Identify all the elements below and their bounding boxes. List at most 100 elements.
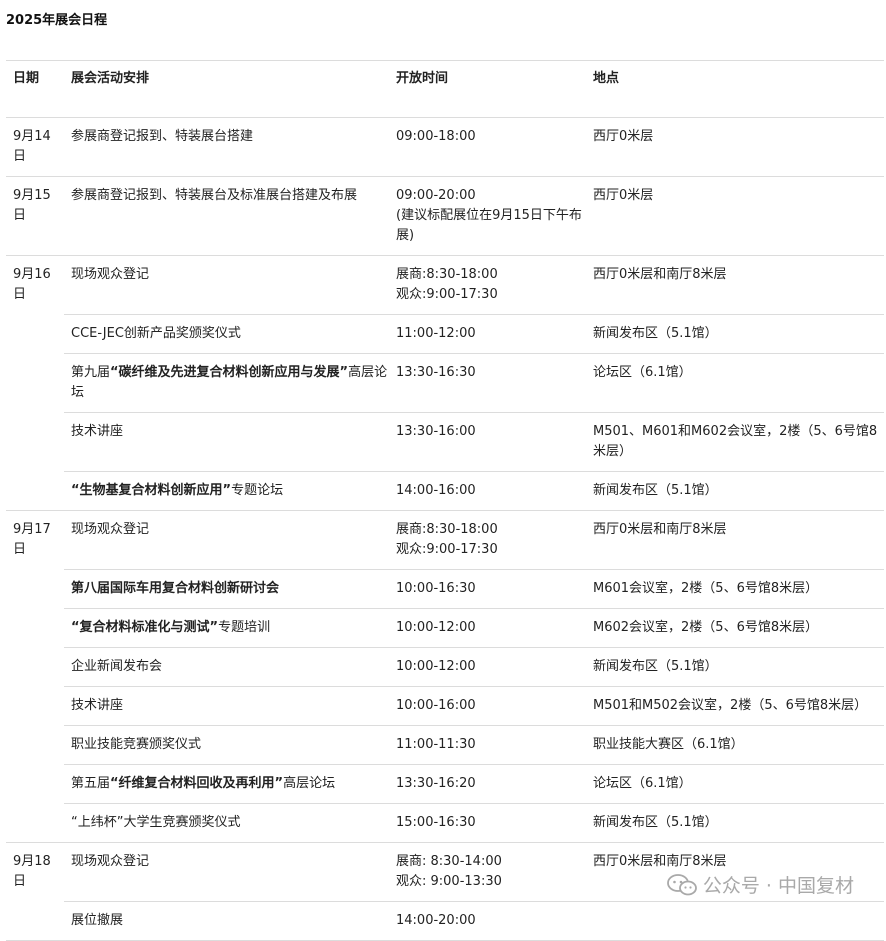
time-cell: 10:00-16:30 <box>389 569 586 609</box>
time-text: 14:00-20:00 <box>396 913 476 928</box>
activity-text: “纤维复合材料回收及再利用” <box>110 776 284 791</box>
table-row: 展位撤展 14:00-20:00 <box>6 901 884 941</box>
location-cell: 论坛区（6.1馆） <box>586 353 884 413</box>
location-cell: M501和M502会议室，2楼（5、6号馆8米层） <box>586 686 884 726</box>
activity-text: “碳纤维及先进复合材料创新应用与发展” <box>110 365 349 380</box>
time-cell: 展商:8:30-18:00 观众:9:00-17:30 <box>389 510 586 570</box>
activity-cell: 技术讲座 <box>64 686 389 726</box>
activity-text: CCE-JEC创新产品奖颁奖仪式 <box>71 326 241 341</box>
activity-cell: “生物基复合材料创新应用”专题论坛 <box>64 471 389 511</box>
date-cell: 9月14日 <box>6 117 64 177</box>
location-cell: 新闻发布区（5.1馆） <box>586 314 884 354</box>
table-row: 9月15日 参展商登记报到、特装展台及标准展台搭建及布展 09:00-20:00 (建… <box>6 176 884 256</box>
time-text: 09:00-20:00 <box>396 188 476 203</box>
activity-text: 参展商登记报到、特装展台及标准展台搭建及布展 <box>71 188 358 203</box>
location-cell: 西厅0米层和南厅8米层 <box>586 510 884 570</box>
time-text: 10:00-16:30 <box>396 581 476 596</box>
time-text: 展商:8:30-18:00 <box>396 522 498 537</box>
time-text: 13:30-16:30 <box>396 365 476 380</box>
activity-cell: 现场观众登记 <box>64 255 389 315</box>
activity-text: 技术讲座 <box>71 424 124 439</box>
time-text: 13:30-16:00 <box>396 424 476 439</box>
activity-text: 现场观众登记 <box>71 267 150 282</box>
location-cell: 职业技能大赛区（6.1馆） <box>586 725 884 765</box>
activity-cell: CCE-JEC创新产品奖颁奖仪式 <box>64 314 389 354</box>
column-header-location: 地点 <box>586 60 884 118</box>
activity-text: 高层论坛 <box>283 776 336 791</box>
date-cell: 9月15日 <box>6 176 64 256</box>
time-cell: 14:00-20:00 <box>389 901 586 941</box>
activity-text: 企业新闻发布会 <box>71 659 163 674</box>
time-text: 展商:8:30-18:00 <box>396 267 498 282</box>
time-cell: 14:00-16:00 <box>389 471 586 511</box>
time-text: 展商: 8:30-14:00 <box>396 854 502 869</box>
table-row: 企业新闻发布会 10:00-12:00 新闻发布区（5.1馆） <box>6 647 884 687</box>
table-row: CCE-JEC创新产品奖颁奖仪式 11:00-12:00 新闻发布区（5.1馆） <box>6 314 884 354</box>
table-row: “上纬杯”大学生竞赛颁奖仪式 15:00-16:30 新闻发布区（5.1馆） <box>6 803 884 843</box>
location-cell: 新闻发布区（5.1馆） <box>586 471 884 511</box>
activity-text: 参展商登记报到、特装展台搭建 <box>71 129 254 144</box>
activity-text: “生物基复合材料创新应用” <box>71 483 232 498</box>
location-cell: 西厅0米层和南厅8米层 <box>586 255 884 315</box>
time-text: 11:00-12:00 <box>396 326 476 341</box>
time-text: 11:00-11:30 <box>396 737 476 752</box>
time-text: 09:00-18:00 <box>396 129 476 144</box>
table-row: “复合材料标准化与测试”专题培训 10:00-12:00 M602会议室，2楼（5、… <box>6 608 884 648</box>
location-cell: M602会议室，2楼（5、6号馆8米层） <box>586 608 884 648</box>
table-row: 第八届国际车用复合材料创新研讨会 10:00-16:30 M601会议室，2楼（5、… <box>6 569 884 609</box>
activity-text: 现场观众登记 <box>71 522 150 537</box>
location-cell: 论坛区（6.1馆） <box>586 764 884 804</box>
page-title: 2025年展会日程 <box>6 13 108 28</box>
activity-text: “复合材料标准化与测试” <box>71 620 219 635</box>
activity-cell: 参展商登记报到、特装展台搭建 <box>64 117 389 177</box>
time-text: 10:00-12:00 <box>396 659 476 674</box>
time-text: 13:30-16:20 <box>396 776 476 791</box>
activity-cell: 企业新闻发布会 <box>64 647 389 687</box>
time-cell: 13:30-16:00 <box>389 412 586 472</box>
location-cell: M501、M601和M602会议室，2楼（5、6号馆8米层） <box>586 412 884 472</box>
time-cell: 10:00-12:00 <box>389 647 586 687</box>
activity-text: 现场观众登记 <box>71 854 150 869</box>
activity-text: 展位撤展 <box>71 913 124 928</box>
time-text: 观众:9:00-17:30 <box>396 287 498 302</box>
location-cell: 新闻发布区（5.1馆） <box>586 803 884 843</box>
activity-text: 第九届 <box>71 365 111 380</box>
activity-cell: 第五届“纤维复合材料回收及再利用”高层论坛 <box>64 764 389 804</box>
time-cell: 10:00-16:00 <box>389 686 586 726</box>
table-row: 9月17日 现场观众登记 展商:8:30-18:00 观众:9:00-17:30 西厅0… <box>6 510 884 843</box>
time-cell: 10:00-12:00 <box>389 608 586 648</box>
location-cell: 新闻发布区（5.1馆） <box>586 647 884 687</box>
table-row: “生物基复合材料创新应用”专题论坛 14:00-16:00 新闻发布区（5.1馆） <box>6 471 884 511</box>
watermark: 公众号 · 中国复材 <box>660 869 860 900</box>
activity-cell: 现场观众登记 <box>64 510 389 570</box>
location-cell: 西厅0米层 <box>586 176 884 256</box>
activity-cell: 第九届“碳纤维及先进复合材料创新应用与发展”高层论坛 <box>64 353 389 413</box>
table-row: 第五届“纤维复合材料回收及再利用”高层论坛 13:30-16:20 论坛区（6.1馆… <box>6 764 884 804</box>
activity-cell: 技术讲座 <box>64 412 389 472</box>
activity-text: 专题培训 <box>218 620 271 635</box>
activity-text: 第八届国际车用复合材料创新研讨会 <box>71 581 280 596</box>
activity-cell: 现场观众登记 <box>64 842 389 902</box>
column-header-activity: 展会活动安排 <box>64 60 389 118</box>
table-row: 技术讲座 13:30-16:00 M501、M601和M602会议室，2楼（5、6号… <box>6 412 884 472</box>
time-cell: 11:00-11:30 <box>389 725 586 765</box>
activity-cell: 参展商登记报到、特装展台及标准展台搭建及布展 <box>64 176 389 256</box>
time-cell: 展商: 8:30-14:00 观众: 9:00-13:30 <box>389 842 586 902</box>
time-text: 14:00-16:00 <box>396 483 476 498</box>
date-cell: 9月17日 <box>6 510 64 843</box>
time-text: 15:00-16:30 <box>396 815 476 830</box>
activity-text: 技术讲座 <box>71 698 124 713</box>
time-text: (建议标配展位在9月15日下午布展) <box>396 208 582 243</box>
activity-text: 职业技能竞赛颁奖仪式 <box>71 737 202 752</box>
table-row: 职业技能竞赛颁奖仪式 11:00-11:30 职业技能大赛区（6.1馆） <box>6 725 884 765</box>
table-row: 9月14日 参展商登记报到、特装展台搭建 09:00-18:00 西厅0米层 <box>6 117 884 177</box>
watermark-text: 公众号 · 中国复材 <box>702 875 854 897</box>
date-cell: 9月18日 <box>6 842 64 941</box>
activity-cell: 展位撤展 <box>64 901 389 941</box>
schedule-body: 9月14日 参展商登记报到、特装展台搭建 09:00-18:00 西厅0米层 9月15日… <box>6 117 884 941</box>
time-cell: 13:30-16:20 <box>389 764 586 804</box>
column-header-date: 日期 <box>6 60 64 118</box>
time-cell: 15:00-16:30 <box>389 803 586 843</box>
activity-text: 第五届 <box>71 776 111 791</box>
table-row: 技术讲座 10:00-16:00 M501和M502会议室，2楼（5、6号馆8米层） <box>6 686 884 726</box>
